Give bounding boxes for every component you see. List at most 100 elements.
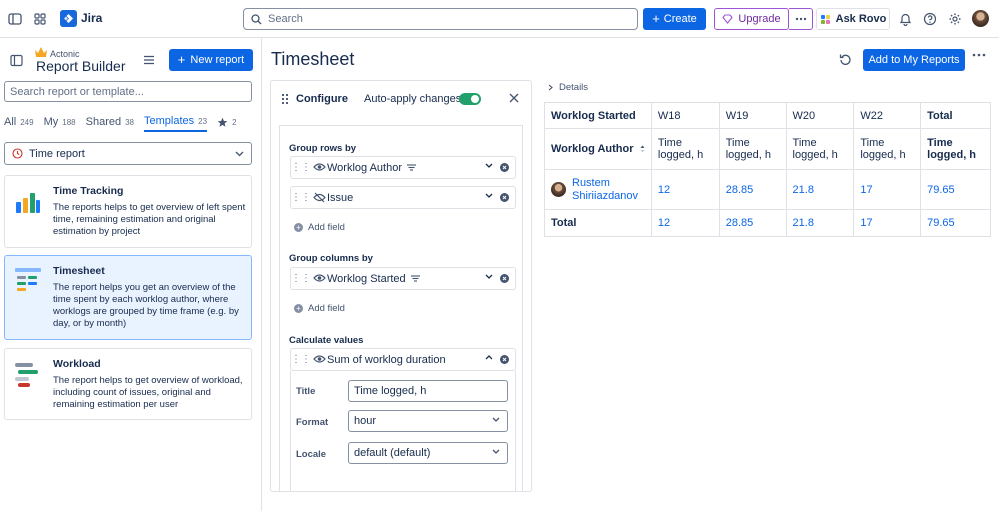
app-switcher-icon[interactable]: [28, 7, 52, 31]
field-label: Worklog Author: [327, 161, 403, 174]
rovo-label: Ask Rovo: [835, 13, 887, 25]
clock-icon: [12, 148, 23, 159]
add-row-field-button[interactable]: + Add field: [294, 222, 345, 233]
timesheet-list-icon: [15, 268, 41, 294]
ask-rovo-button[interactable]: Ask Rovo: [816, 8, 890, 30]
create-button[interactable]: + Create: [643, 8, 706, 30]
chevron-down-icon[interactable]: [485, 193, 493, 198]
format-select[interactable]: hour: [348, 410, 508, 432]
template-card-timesheet[interactable]: Timesheet The report helps you get an ov…: [4, 255, 252, 340]
template-card-time-tracking[interactable]: Time Tracking The reports helps to get o…: [4, 175, 252, 248]
add-to-my-reports-button[interactable]: Add to My Reports: [863, 49, 965, 71]
more-actions-icon[interactable]: [972, 53, 986, 57]
app-name[interactable]: Jira: [81, 11, 102, 25]
more-options-icon[interactable]: [789, 8, 813, 30]
group-column-field-worklog-started[interactable]: ⋮⋮ Worklog Started: [290, 267, 516, 290]
user-avatar[interactable]: [972, 10, 989, 27]
total-cell[interactable]: 21.8: [785, 209, 855, 237]
drag-handle-icon[interactable]: [281, 93, 289, 105]
report-type-select[interactable]: Time report: [4, 142, 252, 165]
chevron-up-icon[interactable]: [485, 355, 493, 360]
brand-title: Report Builder: [36, 58, 126, 74]
auto-apply-toggle[interactable]: [459, 93, 481, 105]
template-card-workload[interactable]: Workload The report helps to get overvie…: [4, 348, 252, 420]
column-group-header: Worklog Started: [544, 102, 652, 129]
eye-off-icon[interactable]: [313, 192, 326, 203]
notifications-bell-icon[interactable]: [893, 7, 917, 31]
remove-field-icon[interactable]: [500, 355, 509, 364]
author-cell[interactable]: Rustem Shiriiazdanov: [544, 169, 652, 210]
calc-field-sum-worklog-duration[interactable]: ⋮⋮ Sum of worklog duration: [290, 348, 516, 371]
total-value-cell[interactable]: 79.65: [920, 169, 991, 210]
card-description: The report helps to get overview of work…: [53, 375, 243, 410]
new-report-button[interactable]: + New report: [169, 49, 253, 71]
upgrade-button[interactable]: Upgrade: [714, 8, 789, 30]
remove-field-icon[interactable]: [500, 274, 509, 283]
field-label: Worklog Started: [327, 272, 406, 285]
global-search-input[interactable]: Search: [243, 8, 638, 30]
tab-shared[interactable]: Shared 38: [86, 112, 134, 132]
title-input[interactable]: Time logged, h: [348, 380, 508, 402]
total-cell[interactable]: 28.85: [718, 209, 787, 237]
add-column-field-button[interactable]: + Add field: [294, 303, 345, 314]
measure-header: Time logged, h: [853, 128, 922, 170]
report-type-value: Time report: [29, 147, 85, 160]
total-cell[interactable]: 12: [650, 209, 720, 237]
filter-icon[interactable]: [410, 274, 420, 282]
value-cell[interactable]: 28.85: [718, 169, 787, 210]
tab-all[interactable]: All 249: [4, 112, 34, 132]
eye-icon[interactable]: [313, 354, 326, 364]
locale-label: Locale: [296, 449, 327, 460]
collapse-sidebar-icon[interactable]: [4, 48, 28, 72]
remove-field-icon[interactable]: [500, 193, 509, 202]
eye-icon[interactable]: [313, 273, 326, 283]
remove-field-icon[interactable]: [500, 163, 509, 172]
menu-hamburger-icon[interactable]: [137, 48, 161, 72]
value-cell[interactable]: 21.8: [785, 169, 855, 210]
star-icon: [217, 117, 228, 127]
jira-logo-icon[interactable]: [60, 10, 77, 27]
close-icon[interactable]: [509, 93, 519, 103]
plus-icon: +: [652, 11, 660, 26]
author-name-link[interactable]: Rustem Shiriiazdanov: [572, 177, 645, 203]
tab-templates[interactable]: Templates 23: [144, 112, 208, 132]
table-total-row: Total 12 28.85 21.8 17 79.65: [544, 209, 991, 237]
table-row: Rustem Shiriiazdanov 12 28.85 21.8 17 79…: [544, 169, 991, 210]
details-toggle[interactable]: Details: [548, 82, 588, 93]
report-search-placeholder: Search report or template...: [10, 85, 144, 98]
reset-refresh-icon[interactable]: [839, 53, 852, 66]
chevron-down-icon[interactable]: [485, 163, 493, 168]
row-group-header[interactable]: Worklog Author: [544, 128, 652, 170]
settings-gear-icon[interactable]: [943, 7, 967, 31]
tab-label: Shared: [85, 116, 122, 128]
card-title: Timesheet: [53, 265, 105, 277]
chevron-down-icon: [492, 417, 500, 422]
report-search-input[interactable]: Search report or template...: [4, 81, 252, 102]
format-select-value: hour: [354, 415, 377, 427]
drag-handle-icon[interactable]: ⋮⋮: [291, 162, 311, 173]
sidebar-toggle-icon[interactable]: [3, 7, 27, 31]
drag-handle-icon[interactable]: ⋮⋮: [291, 192, 311, 203]
drag-handle-icon[interactable]: ⋮⋮: [291, 273, 311, 284]
chevron-down-icon: [235, 151, 244, 156]
locale-select[interactable]: default (default): [348, 442, 508, 464]
grand-total-cell[interactable]: 79.65: [920, 209, 991, 237]
top-navigation: Jira Search + Create Upgrade Ask Rovo: [0, 0, 999, 38]
eye-icon[interactable]: [313, 162, 326, 172]
drag-handle-icon[interactable]: ⋮⋮: [291, 354, 311, 365]
create-label: Create: [663, 13, 697, 25]
chevron-down-icon[interactable]: [485, 274, 493, 279]
value-cell[interactable]: 12: [650, 169, 720, 210]
group-row-field-issue[interactable]: ⋮⋮ Issue: [290, 186, 516, 209]
card-description: The reports helps to get overview of lef…: [53, 202, 246, 237]
configure-scroll-area[interactable]: Group rows by ⋮⋮ Worklog Author ⋮⋮ Issue…: [279, 125, 523, 491]
help-icon[interactable]: [918, 7, 942, 31]
tab-my[interactable]: My 188: [44, 112, 76, 132]
filter-icon[interactable]: [407, 163, 417, 171]
value-cell[interactable]: 17: [853, 169, 922, 210]
group-row-field-worklog-author[interactable]: ⋮⋮ Worklog Author: [290, 156, 516, 179]
details-label: Details: [559, 82, 589, 93]
total-cell[interactable]: 17: [853, 209, 922, 237]
sort-icon[interactable]: [640, 145, 645, 153]
tab-starred[interactable]: 2: [217, 112, 237, 132]
